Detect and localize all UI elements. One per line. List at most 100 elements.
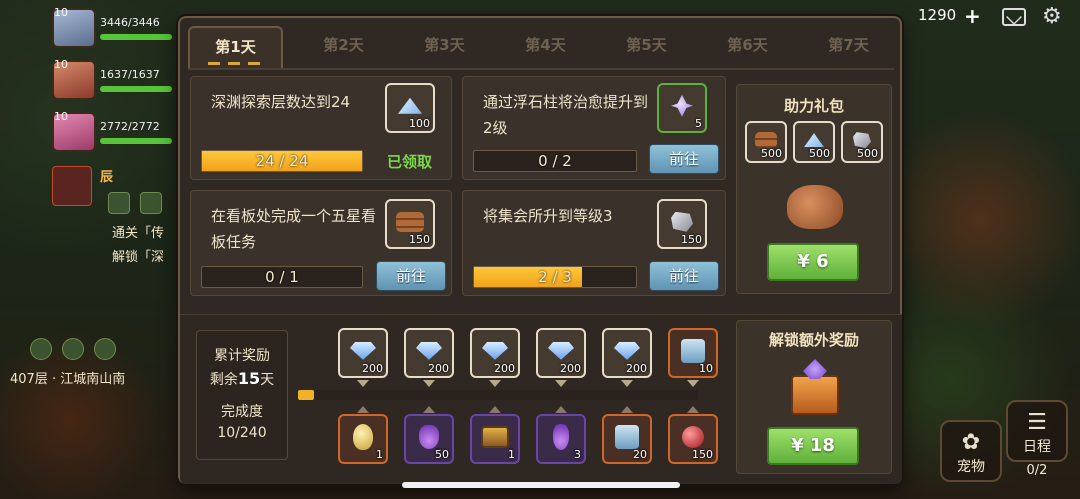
diamond-icon (548, 341, 574, 360)
milestone-reward-bottom[interactable]: 1 (470, 414, 520, 464)
tab-day-5[interactable]: 第5天 (599, 26, 694, 70)
companion-icon[interactable] (62, 338, 84, 360)
hero-level: 10 (54, 58, 68, 71)
badge-label: 辰 (100, 170, 114, 185)
potion-icon (553, 423, 569, 450)
mail-icon[interactable] (1002, 8, 1026, 26)
purple-crystal-icon (671, 94, 693, 117)
scroll-icon (681, 338, 705, 363)
progress-text: 2 / 3 (538, 268, 572, 286)
reward-item[interactable]: 150 (385, 199, 435, 249)
schedule-count: 0/2 (1026, 463, 1048, 478)
hero-card-1[interactable]: 10 3446/3446 (52, 6, 172, 50)
hero-hp: 3446/3446 (100, 16, 160, 29)
tab-day-1[interactable]: 第1天 (188, 26, 283, 70)
milestone-reward-bottom[interactable]: 150 (668, 414, 718, 464)
tab-indicator (208, 62, 268, 65)
stone-ore-icon (671, 211, 693, 232)
reward-item[interactable]: 5 (657, 83, 707, 133)
seven-day-event-panel: 第1天 第2天 第3天 第4天 第5天 第6天 第7天 深渊探索层数达到24 1… (178, 16, 902, 484)
diamond-icon (416, 341, 442, 360)
hero-card-3[interactable]: 10 2772/2772 (52, 110, 172, 154)
milestone-reward-top[interactable]: 200 (470, 328, 520, 378)
red-orb-icon (682, 425, 704, 448)
remaining-days: 剩余15天 (209, 369, 275, 388)
gear-icon[interactable]: ⚙ (1042, 4, 1062, 29)
reward-item[interactable]: 150 (657, 199, 707, 249)
crystal-shard-icon (398, 97, 422, 114)
treasure-box-icon (791, 375, 839, 415)
cumulative-title: 累计奖励 (214, 348, 270, 364)
pack-item[interactable]: 500 (745, 121, 787, 163)
pack-item[interactable]: 500 (841, 121, 883, 163)
wood-log-icon (396, 211, 424, 232)
location-label: 407层 · 江城南山南 (10, 372, 126, 387)
scroll-icon: ☰ (1027, 410, 1047, 435)
hero-hp-bar (100, 86, 172, 92)
wood-log-icon (755, 132, 777, 149)
pack-item[interactable]: 500 (793, 121, 835, 163)
claimed-status: 已领取 (387, 153, 433, 171)
tab-day-4[interactable]: 第4天 (498, 26, 593, 70)
day-tabs: 第1天 第2天 第3天 第4天 第5天 第6天 第7天 (188, 26, 894, 70)
schedule-button[interactable]: ☰ 日程 0/2 (1006, 400, 1068, 478)
go-button[interactable]: 前往 (649, 144, 719, 174)
milestone-reward-top[interactable]: 200 (404, 328, 454, 378)
reward-count: 150 (681, 233, 702, 246)
skill-icon[interactable] (108, 192, 130, 214)
pet-label: 宠物 (957, 459, 985, 475)
milestone-reward-top[interactable]: 200 (536, 328, 586, 378)
task-progress-bar: 2 / 3 (473, 266, 637, 288)
pack-title: 助力礼包 (783, 97, 844, 115)
milestone-reward-bottom[interactable]: 50 (404, 414, 454, 464)
diamond-icon (614, 341, 640, 360)
diamond-icon (350, 341, 376, 360)
task-progress-bar: 0 / 1 (201, 266, 363, 288)
pet-icon[interactable] (30, 338, 52, 360)
tree-icon[interactable] (140, 192, 162, 214)
tab-day-3[interactable]: 第3天 (397, 26, 492, 70)
completion-value: 10/240 (217, 425, 267, 441)
hero-hp-bar (100, 138, 172, 144)
milestone-reward-top[interactable]: 10 (668, 328, 718, 378)
crystal-shard-icon (804, 133, 824, 148)
task-description: 通过浮石柱将治愈提升到2级 (483, 93, 649, 137)
dragon-badge-icon[interactable] (52, 166, 92, 206)
task-card-2: 通过浮石柱将治愈提升到2级 5 0 / 2 前往 (462, 76, 726, 180)
unlock-pack-title: 解锁额外奖励 (768, 331, 859, 349)
reward-count: 150 (409, 233, 430, 246)
milestone-reward-bottom[interactable]: 1 (338, 414, 388, 464)
tab-day-2[interactable]: 第2天 (296, 26, 391, 70)
milestone-reward-bottom[interactable]: 20 (602, 414, 652, 464)
add-gold-button[interactable]: + (964, 4, 981, 28)
milestone-reward-bottom[interactable]: 3 (536, 414, 586, 464)
go-button[interactable]: 前往 (649, 261, 719, 291)
home-indicator (402, 482, 680, 488)
paw-icon: ✿ (961, 430, 981, 455)
tab-day-7[interactable]: 第7天 (801, 26, 896, 70)
tab-day-6[interactable]: 第6天 (700, 26, 795, 70)
pet-button[interactable]: ✿ 宠物 (940, 420, 1002, 482)
hero-card-2[interactable]: 10 1637/1637 (52, 58, 172, 102)
helper-icon[interactable] (94, 338, 116, 360)
potion-icon (419, 424, 439, 449)
cumulative-summary: 累计奖励 剩余15天 完成度 10/240 (196, 330, 288, 460)
stone-ore-icon (853, 132, 871, 149)
milestone-reward-top[interactable]: 200 (602, 328, 652, 378)
gold-count: 1290 (918, 6, 957, 24)
task-card-1: 深渊探索层数达到24 100 24 / 24 已领取 (190, 76, 452, 180)
reward-count: 100 (409, 117, 430, 130)
task-card-4: 将集会所升到等级3 150 2 / 3 前往 (462, 190, 726, 296)
go-button[interactable]: 前往 (376, 261, 446, 291)
gift-bag-icon (787, 185, 843, 229)
buy-unlock-pack-button[interactable]: ¥ 18 (767, 427, 859, 465)
milestone-reward-top[interactable]: 200 (338, 328, 388, 378)
reward-item[interactable]: 100 (385, 83, 435, 133)
task-progress-bar: 0 / 2 (473, 150, 637, 172)
hero-hp: 1637/1637 (100, 68, 160, 81)
unlock-extra-rewards-pack: 解锁额外奖励 ¥ 18 (736, 320, 892, 474)
task-description: 在看板处完成一个五星看板任务 (211, 207, 377, 251)
buy-assist-pack-button[interactable]: ¥ 6 (767, 243, 859, 281)
treasure-chest-icon (481, 425, 509, 448)
reward-count: 5 (695, 117, 702, 130)
